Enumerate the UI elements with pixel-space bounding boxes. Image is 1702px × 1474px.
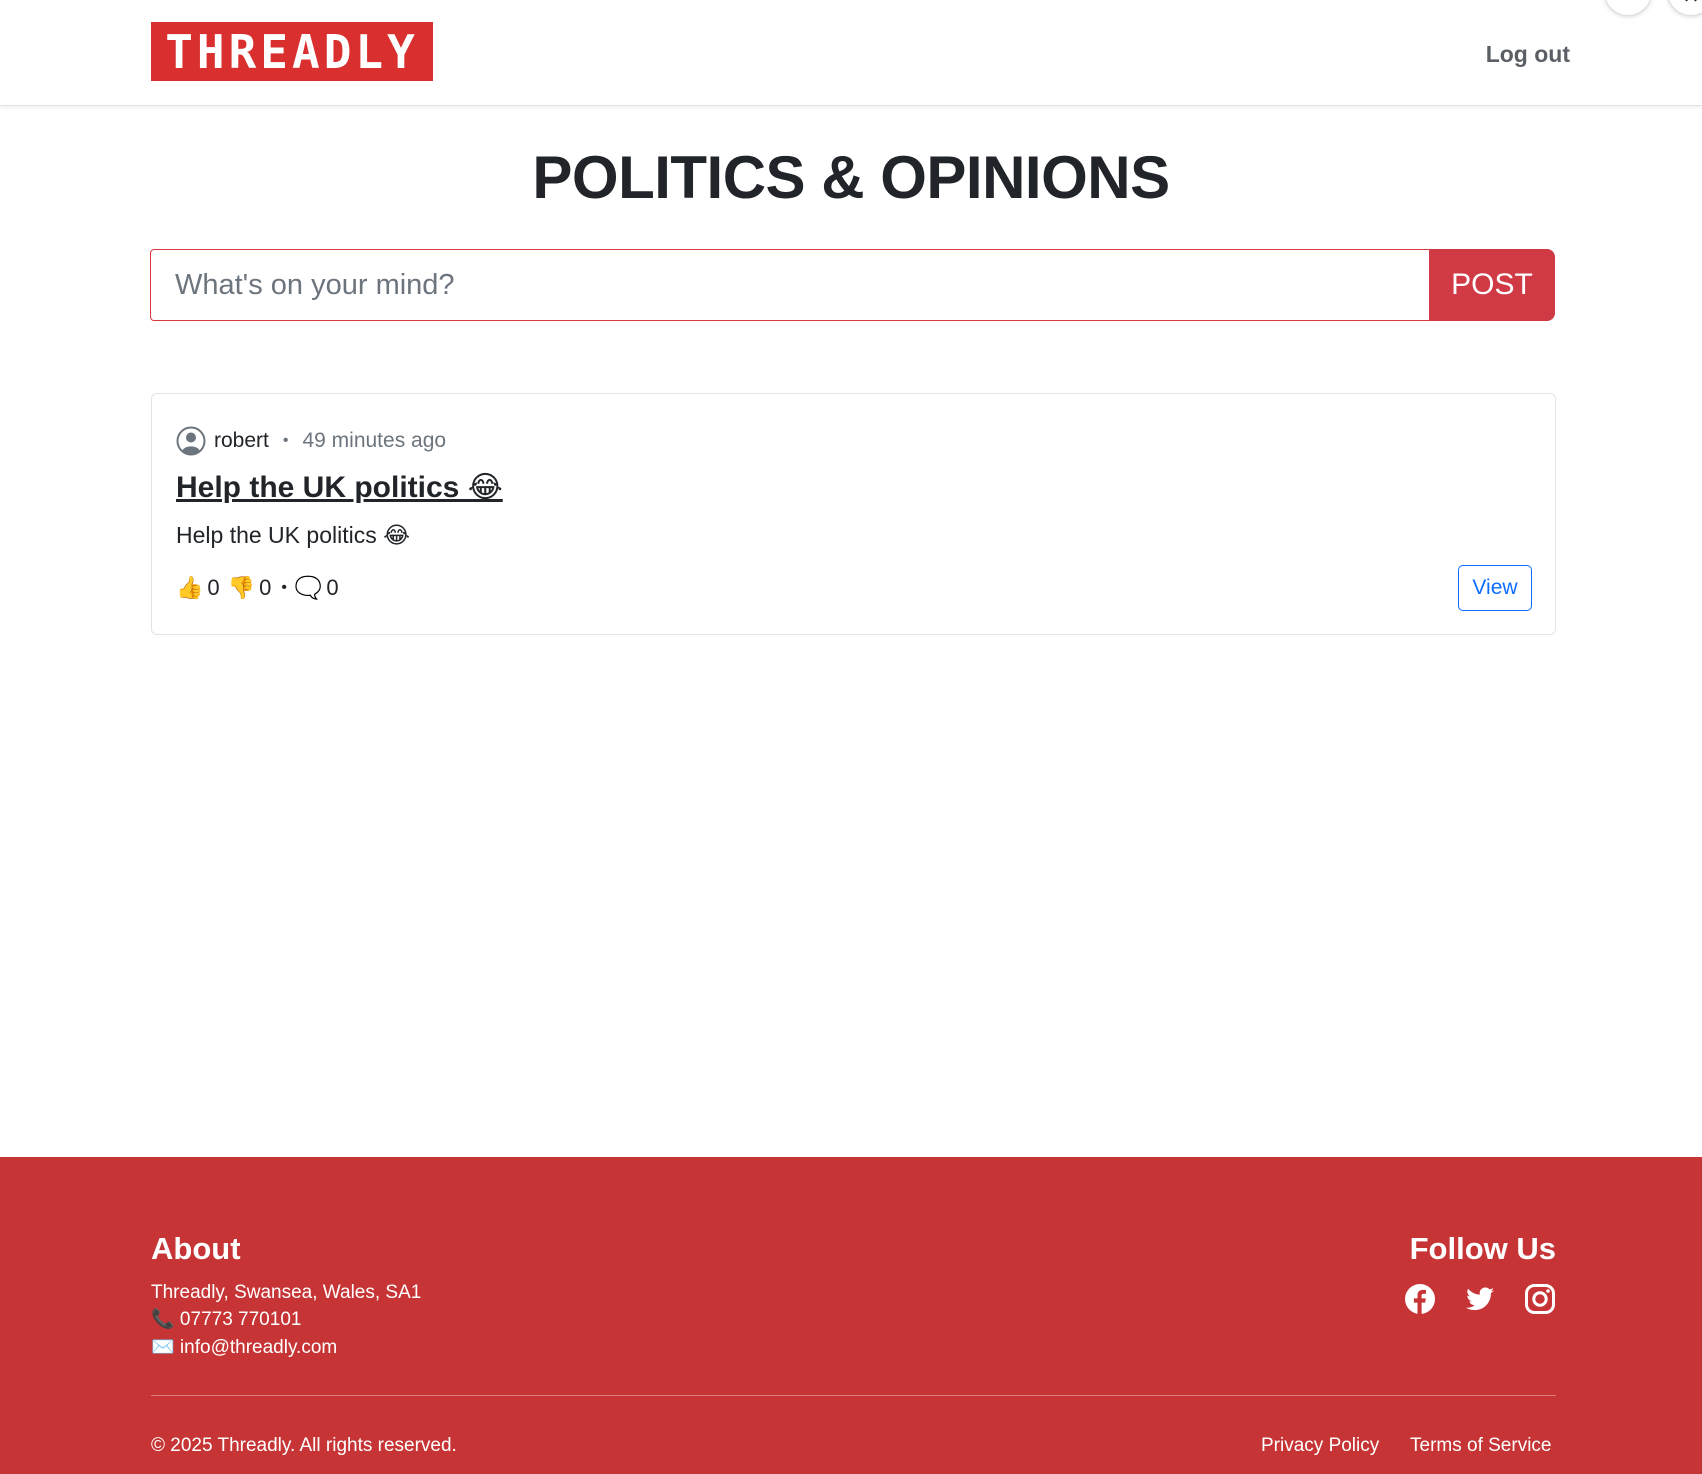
post-body: Help the UK politics 😂	[176, 522, 410, 548]
footer-divider	[151, 1395, 1556, 1396]
meta-separator: •	[282, 432, 289, 449]
comments-count: 0	[326, 575, 339, 600]
post-title-link[interactable]: Help the UK politics 😂	[176, 468, 503, 508]
close-button[interactable]: ✕	[1667, 0, 1702, 16]
post-button[interactable]: POST	[1429, 249, 1555, 321]
footer-address: Threadly, Swansea, Wales, SA1	[151, 1282, 422, 1303]
more-dots-icon: ···	[1618, 0, 1638, 7]
stats-separator: •	[281, 579, 287, 596]
footer-email[interactable]: ✉️ info@threadly.com	[151, 1335, 337, 1361]
terms-of-service-link[interactable]: Terms of Service	[1410, 1433, 1551, 1459]
twitter-icon[interactable]	[1464, 1283, 1496, 1315]
compose-form: POST	[150, 249, 1555, 321]
post-stats: 👍 0 👎 0 • 🗨️ 0	[176, 571, 347, 605]
logout-link[interactable]: Log out	[1440, 36, 1570, 72]
post-author[interactable]: robert	[214, 429, 269, 453]
privacy-policy-link[interactable]: Privacy Policy	[1261, 1433, 1379, 1459]
view-post-button[interactable]: View	[1458, 565, 1532, 611]
more-options-button[interactable]: ···	[1604, 0, 1652, 16]
post-input[interactable]	[150, 249, 1429, 321]
about-heading: About	[151, 1231, 241, 1266]
footer-phone[interactable]: 📞 07773 770101	[151, 1307, 301, 1333]
follow-us-heading: Follow Us	[1409, 1231, 1556, 1266]
post-card: robert • 49 minutes ago Help the UK poli…	[151, 393, 1556, 635]
facebook-icon[interactable]	[1404, 1283, 1436, 1315]
dislikes-count: 0	[259, 575, 272, 600]
site-footer: About Threadly, Swansea, Wales, SA1 📞 07…	[0, 1157, 1702, 1474]
instagram-icon[interactable]	[1524, 1283, 1556, 1315]
user-avatar-icon	[176, 426, 206, 456]
close-icon: ✕	[1683, 0, 1700, 7]
site-header: THREADLY Log out ··· ✕	[0, 0, 1702, 106]
comment-icon: 🗨️	[294, 575, 323, 600]
thumbs-down-icon[interactable]: 👎	[228, 575, 255, 601]
logo-text: THREADLY	[165, 24, 419, 79]
post-meta: robert • 49 minutes ago	[176, 425, 446, 457]
threadly-logo[interactable]: THREADLY	[151, 22, 433, 81]
post-timestamp: 49 minutes ago	[302, 429, 447, 452]
likes-count: 0	[207, 575, 220, 600]
page-title: POLITICS & OPINIONS	[532, 144, 1170, 211]
thumbs-up-icon[interactable]: 👍	[176, 575, 203, 601]
copyright-text: © 2025 Threadly. All rights reserved.	[151, 1435, 457, 1456]
